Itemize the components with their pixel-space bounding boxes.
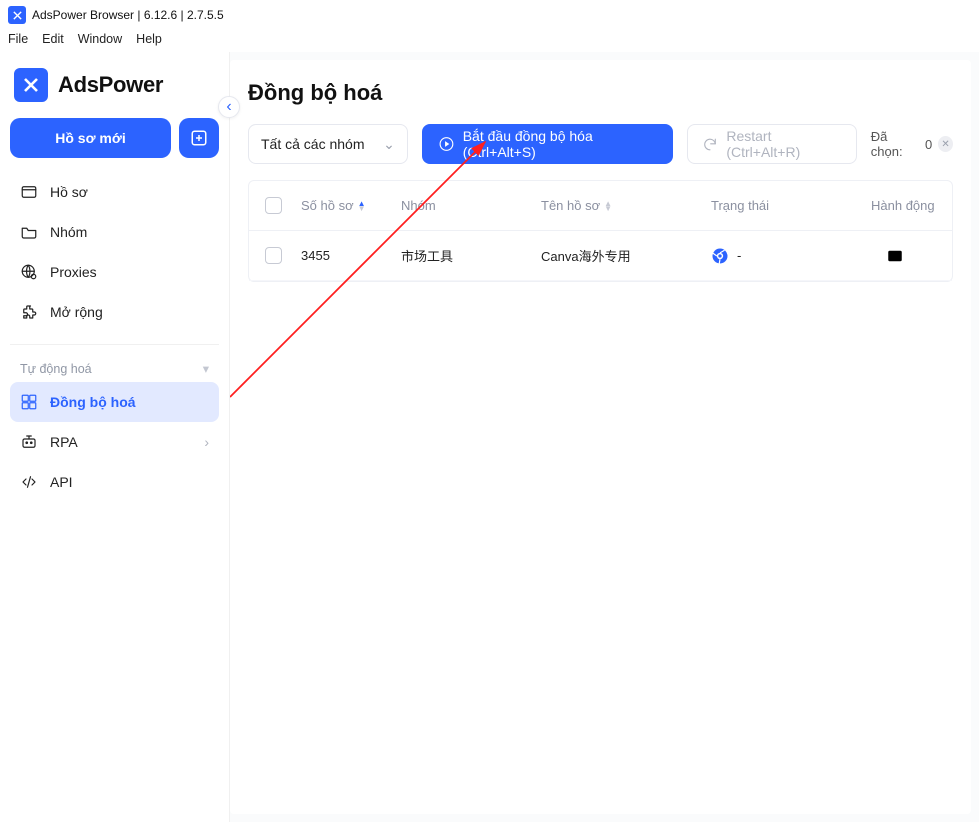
chrome-icon <box>711 247 729 265</box>
sidebar-item-label: Mở rộng <box>50 304 103 320</box>
plus-square-icon <box>190 129 208 147</box>
brand-logo-icon <box>14 68 48 102</box>
content-area: ‹ Đồng bộ hoá Tất cả các nhóm ⌄ Bắt đầu … <box>230 52 979 822</box>
sidebar: AdsPower Hồ sơ mới Hồ sơ Nhóm Proxies <box>0 52 230 822</box>
folder-icon <box>20 223 38 241</box>
row-profile-no: 3455 <box>301 248 330 263</box>
row-checkbox[interactable] <box>265 247 282 264</box>
start-sync-label: Bắt đầu đồng bộ hóa (Ctrl+Alt+S) <box>463 128 658 160</box>
brand: AdsPower <box>10 62 219 118</box>
page-title: Đồng bộ hoá <box>248 80 953 106</box>
window-title: AdsPower Browser | 6.12.6 | 2.7.5.5 <box>32 8 224 22</box>
sidebar-item-rpa[interactable]: RPA › <box>10 422 219 462</box>
table-row: 3455 市场工具 Canva海外专用 - <box>249 231 952 281</box>
restart-button[interactable]: Restart (Ctrl+Alt+R) <box>687 124 856 164</box>
sidebar-item-label: Đồng bộ hoá <box>50 394 136 410</box>
menu-edit[interactable]: Edit <box>42 32 64 46</box>
collapse-sidebar-button[interactable]: ‹ <box>218 96 240 118</box>
sidebar-item-label: RPA <box>50 434 78 450</box>
select-all-checkbox[interactable] <box>265 197 282 214</box>
col-action: Hành động <box>871 198 935 213</box>
table-header: Số hồ sơ ▲▼ Nhóm Tên hồ sơ ▲▼ Trạng thái… <box>249 181 952 231</box>
selected-number: 0 <box>925 137 932 152</box>
start-sync-button[interactable]: Bắt đầu đồng bộ hóa (Ctrl+Alt+S) <box>422 124 674 164</box>
sidebar-item-label: API <box>50 474 73 490</box>
chevron-down-icon: ▾ <box>203 361 209 376</box>
close-icon: ✕ <box>941 139 949 150</box>
row-profile-name: Canva海外专用 <box>541 246 631 265</box>
api-icon <box>20 473 38 491</box>
sort-icon[interactable]: ▲▼ <box>358 201 366 211</box>
menu-file[interactable]: File <box>8 32 28 46</box>
selected-label: Đã chọn: <box>871 129 919 159</box>
play-circle-icon <box>438 135 455 153</box>
toolbar: Tất cả các nhóm ⌄ Bắt đầu đồng bộ hóa (C… <box>248 124 953 164</box>
page: ‹ Đồng bộ hoá Tất cả các nhóm ⌄ Bắt đầu … <box>230 60 971 814</box>
menu-window[interactable]: Window <box>78 32 122 46</box>
col-profile-name[interactable]: Tên hồ sơ <box>541 198 600 213</box>
app-logo-icon <box>8 6 26 24</box>
group-select-value: Tất cả các nhóm <box>261 136 365 152</box>
sort-icon[interactable]: ▲▼ <box>604 201 612 211</box>
selected-count: Đã chọn: 0 ✕ <box>871 129 953 159</box>
menu-help[interactable]: Help <box>136 32 162 46</box>
col-group[interactable]: Nhóm <box>401 198 436 213</box>
sidebar-item-synchronizer[interactable]: Đồng bộ hoá <box>10 382 219 422</box>
sidebar-item-extensions[interactable]: Mở rộng <box>10 292 219 332</box>
chevron-down-icon: ⌄ <box>383 136 395 153</box>
open-window-icon[interactable] <box>886 247 904 265</box>
automation-section-label: Tự động hoá <box>20 362 92 376</box>
sidebar-item-label: Nhóm <box>50 224 87 240</box>
sidebar-item-label: Proxies <box>50 264 97 280</box>
row-group: 市场工具 <box>401 249 453 264</box>
title-bar: AdsPower Browser | 6.12.6 | 2.7.5.5 <box>0 0 979 30</box>
restart-label: Restart (Ctrl+Alt+R) <box>726 128 841 160</box>
new-profile-button[interactable]: Hồ sơ mới <box>10 118 171 158</box>
new-profile-label: Hồ sơ mới <box>55 130 125 146</box>
brand-name: AdsPower <box>58 72 163 98</box>
row-status: - <box>737 248 741 263</box>
new-profile-add-button[interactable] <box>179 118 219 158</box>
sidebar-item-label: Hồ sơ <box>50 184 88 200</box>
globe-icon <box>20 263 38 281</box>
sidebar-item-proxies[interactable]: Proxies <box>10 252 219 292</box>
menu-bar: File Edit Window Help <box>0 30 979 52</box>
chevron-left-icon: ‹ <box>226 98 231 116</box>
sync-layout-icon <box>20 393 38 411</box>
sidebar-item-profiles[interactable]: Hồ sơ <box>10 172 219 212</box>
window-icon <box>20 183 38 201</box>
col-status: Trạng thái <box>711 198 769 213</box>
restart-icon <box>702 136 718 153</box>
col-profile-no[interactable]: Số hồ sơ <box>301 198 354 213</box>
puzzle-icon <box>20 303 38 321</box>
chevron-right-icon: › <box>204 434 209 450</box>
profiles-table: Số hồ sơ ▲▼ Nhóm Tên hồ sơ ▲▼ Trạng thái… <box>248 180 953 282</box>
sidebar-item-groups[interactable]: Nhóm <box>10 212 219 252</box>
settings-sliders-icon[interactable] <box>918 247 936 265</box>
sidebar-item-api[interactable]: API <box>10 462 219 502</box>
robot-icon <box>20 433 38 451</box>
automation-section-header[interactable]: Tự động hoá ▾ <box>10 344 219 382</box>
group-select[interactable]: Tất cả các nhóm ⌄ <box>248 124 408 164</box>
clear-selection-button[interactable]: ✕ <box>938 136 953 152</box>
